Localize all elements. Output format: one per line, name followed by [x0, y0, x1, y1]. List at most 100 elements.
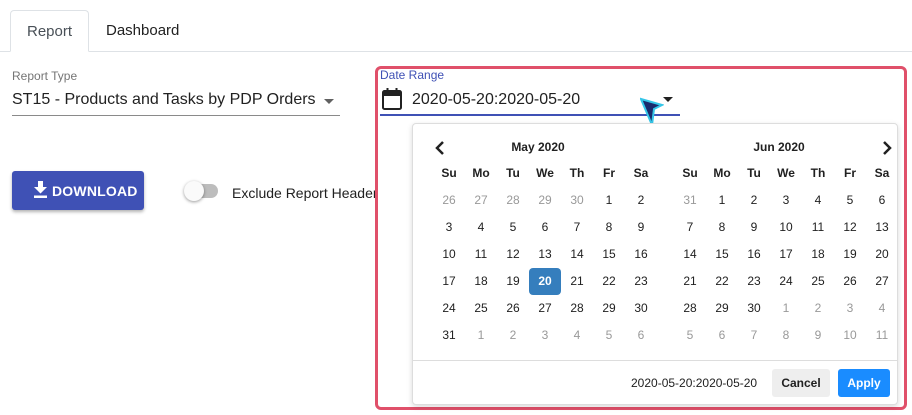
calendar-day[interactable]: 2 [497, 322, 529, 349]
calendar-day[interactable]: 4 [866, 295, 898, 322]
calendar-day[interactable]: 23 [738, 268, 770, 295]
date-range-dropdown-icon[interactable] [663, 97, 673, 102]
calendar-day[interactable]: 22 [593, 268, 625, 295]
calendar-week-row: 3456789 [423, 214, 653, 241]
calendar-day[interactable]: 30 [625, 295, 657, 322]
calendar-day[interactable]: 6 [866, 187, 898, 214]
calendar-day[interactable]: 29 [706, 295, 738, 322]
calendar-day[interactable]: 17 [770, 241, 802, 268]
calendar-day[interactable]: 10 [433, 241, 465, 268]
calendar-day[interactable]: 2 [802, 295, 834, 322]
calendar-day[interactable]: 14 [674, 241, 706, 268]
calendar-day[interactable]: 14 [561, 241, 593, 268]
calendar-day[interactable]: 27 [529, 295, 561, 322]
calendar-day[interactable]: 24 [770, 268, 802, 295]
calendar-day[interactable]: 29 [529, 187, 561, 214]
calendar-day[interactable]: 7 [738, 322, 770, 349]
calendar-day[interactable]: 3 [834, 295, 866, 322]
download-button[interactable]: DOWNLOAD [12, 171, 144, 210]
calendar-day[interactable]: 9 [625, 214, 657, 241]
tab-report[interactable]: Report [10, 10, 89, 52]
calendar-day[interactable]: 24 [433, 295, 465, 322]
calendar-day[interactable]: 3 [770, 187, 802, 214]
calendar-day[interactable]: 1 [593, 187, 625, 214]
calendar-day[interactable]: 16 [625, 241, 657, 268]
calendar-day[interactable]: 17 [433, 268, 465, 295]
calendar-day[interactable]: 8 [770, 322, 802, 349]
calendar-day[interactable]: 31 [433, 322, 465, 349]
cancel-button[interactable]: Cancel [772, 369, 830, 397]
calendar-day[interactable]: 11 [465, 241, 497, 268]
calendar-day[interactable]: 28 [561, 295, 593, 322]
calendar-day[interactable]: 7 [674, 214, 706, 241]
calendar-day[interactable]: 21 [674, 268, 706, 295]
calendar-day[interactable]: 9 [802, 322, 834, 349]
calendar-day[interactable]: 4 [561, 322, 593, 349]
calendar-day[interactable]: 11 [802, 214, 834, 241]
weekday-label: Su [441, 166, 457, 180]
calendar-day[interactable]: 1 [465, 322, 497, 349]
calendar-day[interactable]: 13 [529, 241, 561, 268]
report-type-select[interactable]: ST15 - Products and Tasks by PDP Orders [12, 88, 340, 116]
calendar-day[interactable]: 15 [593, 241, 625, 268]
calendar-day[interactable]: 10 [834, 322, 866, 349]
calendar-day[interactable]: 25 [802, 268, 834, 295]
calendar-day[interactable]: 7 [561, 214, 593, 241]
calendar-day[interactable]: 6 [529, 214, 561, 241]
weekday-label: Su [682, 166, 698, 180]
download-icon [34, 181, 47, 198]
calendar-day[interactable]: 18 [465, 268, 497, 295]
calendar-day[interactable]: 4 [802, 187, 834, 214]
calendar-day[interactable]: 9 [738, 214, 770, 241]
calendar-day[interactable]: 8 [706, 214, 738, 241]
calendar-day[interactable]: 28 [674, 295, 706, 322]
calendar-day[interactable]: 6 [706, 322, 738, 349]
apply-button[interactable]: Apply [838, 369, 890, 397]
calendar-day[interactable]: 4 [465, 214, 497, 241]
next-month-icon[interactable] [880, 140, 894, 156]
calendar-day[interactable]: 10 [770, 214, 802, 241]
calendar-day[interactable]: 25 [465, 295, 497, 322]
calendar-day[interactable]: 12 [834, 214, 866, 241]
calendar-day[interactable]: 11 [866, 322, 898, 349]
calendar-day[interactable]: 8 [593, 214, 625, 241]
calendar-day[interactable]: 3 [433, 214, 465, 241]
calendar-day[interactable]: 26 [433, 187, 465, 214]
calendar-day[interactable]: 16 [738, 241, 770, 268]
calendar-day-selected[interactable]: 20 [529, 268, 561, 295]
weekday-label: We [536, 166, 554, 180]
calendar-day[interactable]: 13 [866, 214, 898, 241]
calendar-day[interactable]: 5 [593, 322, 625, 349]
calendar-day[interactable]: 2 [625, 187, 657, 214]
calendar-day[interactable]: 5 [674, 322, 706, 349]
calendar-day[interactable]: 31 [674, 187, 706, 214]
calendar-day[interactable]: 27 [866, 268, 898, 295]
calendar-day[interactable]: 15 [706, 241, 738, 268]
calendar-day[interactable]: 19 [497, 268, 529, 295]
exclude-header-toggle[interactable] [184, 181, 218, 201]
calendar-day[interactable]: 27 [465, 187, 497, 214]
calendar-day[interactable]: 26 [834, 268, 866, 295]
calendar-day[interactable]: 18 [802, 241, 834, 268]
calendar-day[interactable]: 30 [738, 295, 770, 322]
calendar-day[interactable]: 30 [561, 187, 593, 214]
calendar-day[interactable]: 5 [497, 214, 529, 241]
calendar-day[interactable]: 5 [834, 187, 866, 214]
date-range-label: Date Range [380, 68, 445, 82]
calendar-day[interactable]: 28 [497, 187, 529, 214]
calendar-day[interactable]: 2 [738, 187, 770, 214]
calendar-day[interactable]: 19 [834, 241, 866, 268]
tab-dashboard[interactable]: Dashboard [90, 10, 195, 52]
calendar-day[interactable]: 26 [497, 295, 529, 322]
calendar-day[interactable]: 3 [529, 322, 561, 349]
date-range-input[interactable]: 2020-05-20:2020-05-20 [380, 86, 680, 116]
calendar-day[interactable]: 21 [561, 268, 593, 295]
calendar-day[interactable]: 22 [706, 268, 738, 295]
calendar-day[interactable]: 1 [706, 187, 738, 214]
calendar-day[interactable]: 6 [625, 322, 657, 349]
calendar-day[interactable]: 29 [593, 295, 625, 322]
calendar-day[interactable]: 20 [866, 241, 898, 268]
calendar-day[interactable]: 1 [770, 295, 802, 322]
calendar-day[interactable]: 23 [625, 268, 657, 295]
calendar-day[interactable]: 12 [497, 241, 529, 268]
